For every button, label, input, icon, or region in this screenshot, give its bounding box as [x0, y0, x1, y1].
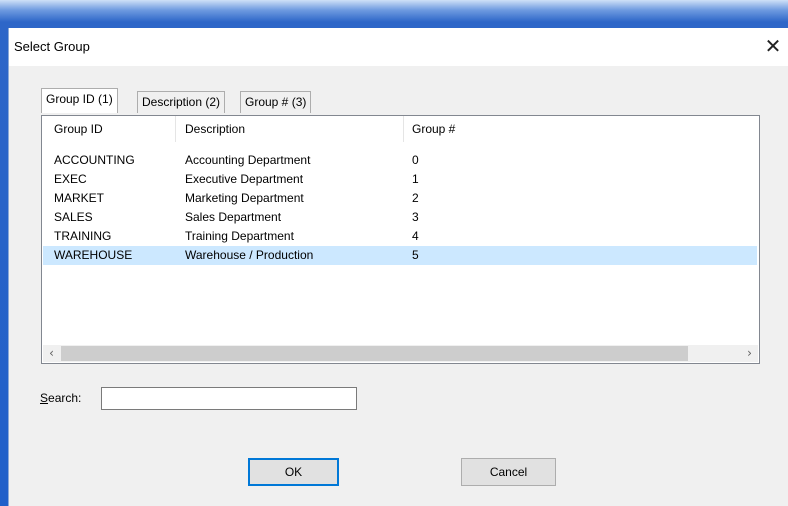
column-header-group-number[interactable]: Group #: [412, 116, 455, 142]
table-row[interactable]: TRAINING Training Department 4: [43, 227, 757, 246]
cell-group-number: 0: [412, 153, 419, 167]
search-label-text: earch:: [48, 391, 82, 405]
scroll-right-arrow-icon[interactable]: ›: [741, 345, 758, 362]
select-group-dialog: Select Group ✕ Group ID (1) Description …: [8, 28, 788, 506]
scrollbar-thumb[interactable]: [61, 346, 688, 361]
cell-group-number: 2: [412, 191, 419, 205]
cell-description: Executive Department: [185, 172, 304, 186]
cell-description: Sales Department: [185, 210, 282, 224]
tab-description[interactable]: Description (2): [137, 91, 226, 113]
cell-description: Marketing Department: [185, 191, 304, 205]
tab-label: Group # (3): [245, 95, 307, 109]
table-row[interactable]: SALES Sales Department 3: [43, 208, 757, 227]
cell-description: Accounting Department: [185, 153, 311, 167]
title-bar[interactable]: Select Group ✕: [9, 28, 788, 66]
tab-group-id[interactable]: Group ID (1): [41, 88, 118, 113]
cell-group-number: 3: [412, 210, 419, 224]
cell-group-number: 4: [412, 229, 419, 243]
cell-group-id: WAREHOUSE: [54, 248, 133, 262]
cell-group-id: EXEC: [54, 172, 87, 186]
cell-group-id: TRAINING: [54, 229, 112, 243]
cell-description: Training Department: [185, 229, 294, 243]
scroll-left-arrow-icon[interactable]: ‹: [43, 345, 60, 362]
table-row-selected[interactable]: WAREHOUSE Warehouse / Production 5: [43, 246, 757, 265]
tab-group-number[interactable]: Group # (3): [240, 91, 312, 113]
cell-group-number: 5: [412, 248, 419, 262]
table-row[interactable]: ACCOUNTING Accounting Department 0: [43, 151, 757, 170]
search-label: Search:: [40, 391, 81, 405]
cell-group-number: 1: [412, 172, 419, 186]
search-input[interactable]: [101, 387, 357, 410]
tab-label: Description (2): [142, 95, 221, 109]
ok-button[interactable]: OK: [248, 458, 339, 486]
column-header-description[interactable]: Description: [185, 116, 245, 142]
column-header-group-id[interactable]: Group ID: [54, 116, 103, 142]
table-row[interactable]: MARKET Marketing Department 2: [43, 189, 757, 208]
cell-description: Warehouse / Production: [185, 248, 314, 262]
horizontal-scrollbar[interactable]: ‹ ›: [43, 345, 758, 362]
cancel-button[interactable]: Cancel: [461, 458, 556, 486]
tab-label: Group ID (1): [46, 92, 113, 106]
cell-group-id: ACCOUNTING: [54, 153, 135, 167]
cell-group-id: MARKET: [54, 191, 105, 205]
dialog-title: Select Group: [14, 39, 90, 54]
group-list[interactable]: Group ID Description Group # ACCOUNTING …: [41, 115, 760, 364]
column-separator[interactable]: [175, 116, 176, 142]
table-row[interactable]: EXEC Executive Department 1: [43, 170, 757, 189]
column-separator[interactable]: [403, 116, 404, 142]
search-label-mnemonic: S: [40, 391, 49, 405]
cell-group-id: SALES: [54, 210, 93, 224]
close-icon[interactable]: ✕: [763, 35, 783, 57]
